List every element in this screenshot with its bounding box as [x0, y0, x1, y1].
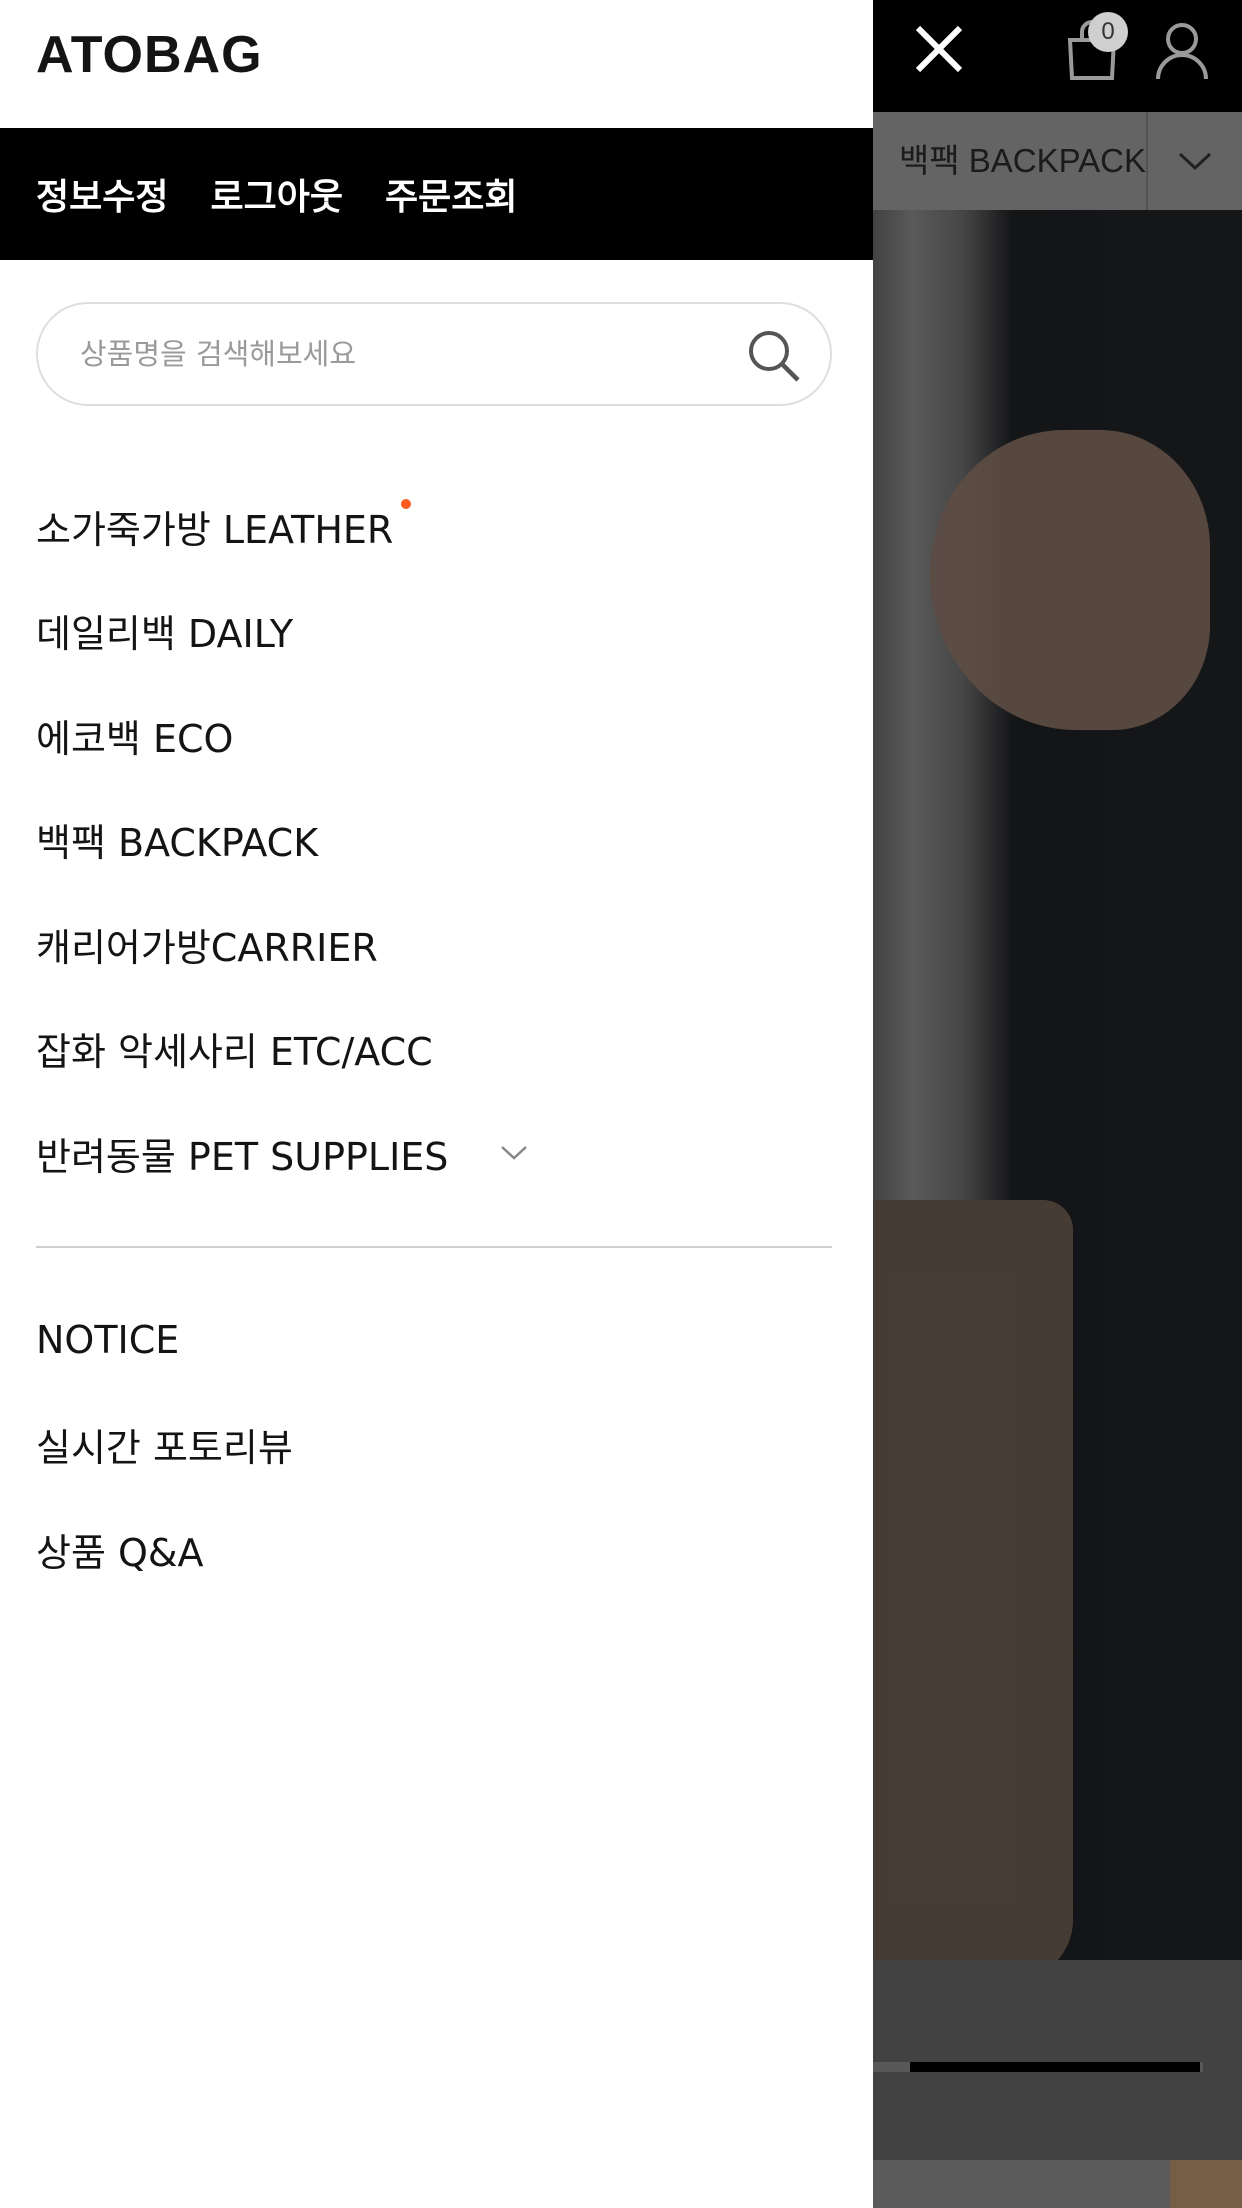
menu-item-label: 데일리백 DAILY — [36, 612, 294, 657]
category-menu: 소가죽가방 LEATHER 데일리백 DAILY 에코백 ECO 백팩 BACK… — [36, 474, 832, 1206]
menu-item-label: 잡화 악세사리 ETC/ACC — [36, 1030, 433, 1075]
search-input[interactable] — [80, 304, 720, 404]
close-icon[interactable] — [904, 14, 974, 84]
new-indicator-dot — [401, 499, 412, 510]
cart-count-badge: 0 — [1088, 12, 1128, 52]
side-drawer: ATOBAG 정보수정 로그아웃 주문조회 소가죽가방 LEATHER 데일리백… — [0, 0, 873, 2208]
menu-item-backpack[interactable]: 백팩 BACKPACK — [36, 788, 832, 893]
user-icon[interactable] — [1148, 14, 1216, 88]
search-icon[interactable] — [746, 328, 802, 384]
menu-item-photo-review[interactable]: 실시간 포토리뷰 — [36, 1393, 832, 1498]
cart-button[interactable]: 0 — [1052, 10, 1132, 90]
menu-item-label: 백팩 BACKPACK — [36, 821, 319, 866]
menu-item-label: 소가죽가방 LEATHER — [36, 507, 394, 552]
search-box — [36, 302, 832, 406]
menu-item-leather[interactable]: 소가죽가방 LEATHER — [36, 474, 832, 579]
menu-item-carrier[interactable]: 캐리어가방CARRIER — [36, 892, 832, 997]
chevron-down-icon[interactable] — [500, 1145, 528, 1161]
account-link-order-lookup[interactable]: 주문조회 — [385, 168, 517, 220]
account-bar: 정보수정 로그아웃 주문조회 — [0, 128, 873, 260]
secondary-menu: NOTICE 실시간 포토리뷰 상품 Q&A — [36, 1288, 832, 1602]
menu-item-daily[interactable]: 데일리백 DAILY — [36, 579, 832, 684]
menu-item-notice[interactable]: NOTICE — [36, 1288, 832, 1393]
menu-item-label: 에코백 ECO — [36, 716, 234, 761]
account-link-logout[interactable]: 로그아웃 — [210, 168, 342, 220]
menu-item-label: 캐리어가방CARRIER — [36, 925, 378, 970]
menu-item-label: 상품 Q&A — [36, 1530, 204, 1575]
menu-item-label: 반려동물 PET SUPPLIES — [36, 1134, 449, 1179]
menu-item-label: 실시간 포토리뷰 — [36, 1426, 293, 1471]
menu-item-qna[interactable]: 상품 Q&A — [36, 1497, 832, 1602]
menu-item-label: NOTICE — [36, 1318, 180, 1363]
menu-item-etc-acc[interactable]: 잡화 악세사리 ETC/ACC — [36, 997, 832, 1102]
logo[interactable]: ATOBAG — [36, 20, 263, 90]
menu-item-pet-supplies[interactable]: 반려동물 PET SUPPLIES — [36, 1101, 832, 1206]
menu-item-eco[interactable]: 에코백 ECO — [36, 683, 832, 788]
divider — [36, 1246, 832, 1248]
account-link-edit-info[interactable]: 정보수정 — [36, 168, 168, 220]
